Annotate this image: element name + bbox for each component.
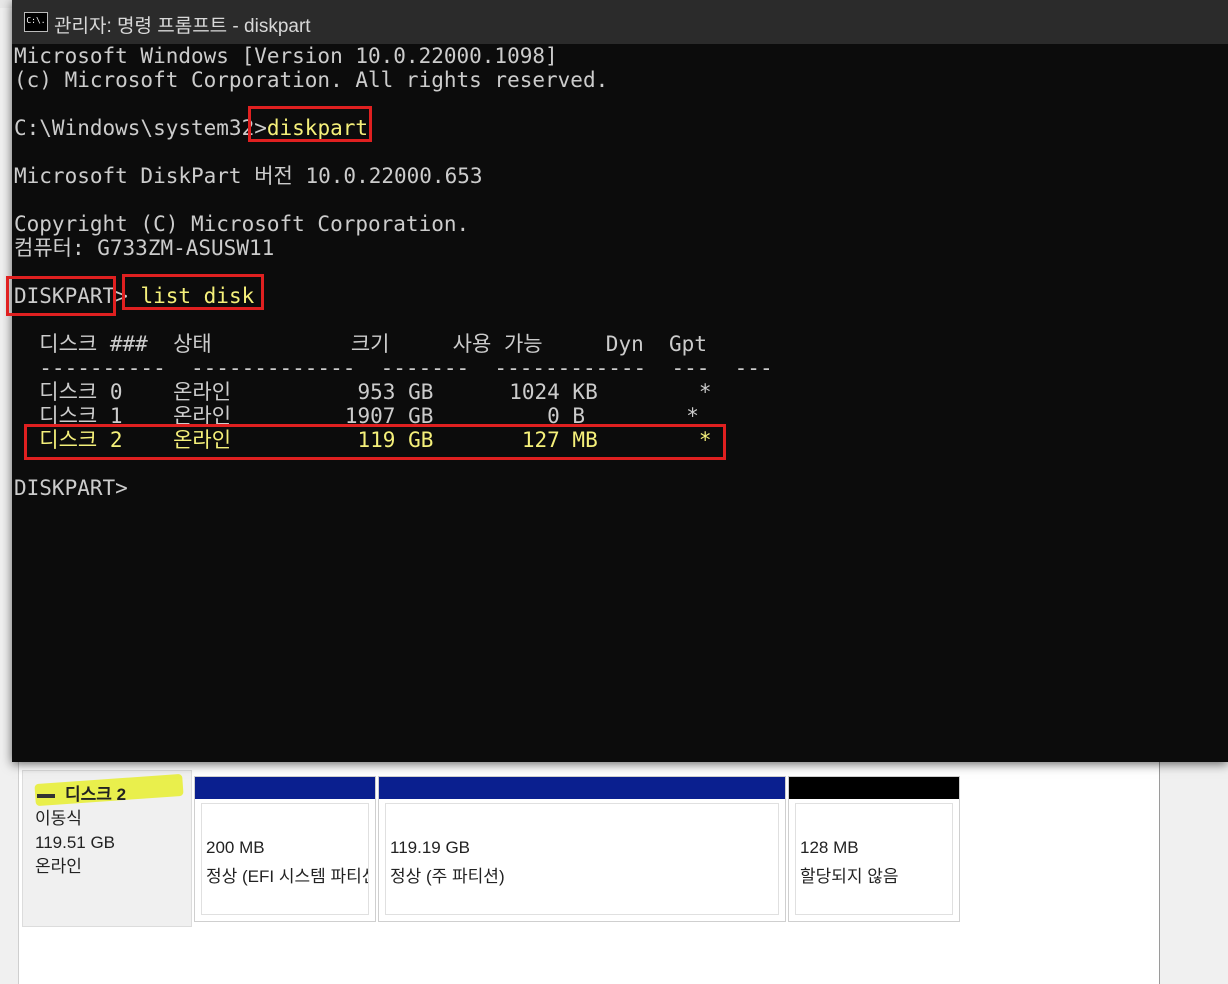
table-header: 디스크 ### 상태 크기 사용 가능 Dyn Gpt: [14, 332, 707, 356]
disk-size: 119.51 GB: [35, 833, 116, 852]
partition-desc: 정상 (주 파티션): [390, 867, 505, 886]
partition-desc: 정상 (EFI 시스템 파티션): [206, 867, 369, 886]
partition-bar: [789, 777, 959, 799]
table-row: 디스크 0 온라인 953 GB 1024 KB *: [14, 380, 712, 404]
partition-unallocated[interactable]: 128 MB 할당되지 않음: [788, 776, 960, 922]
disk-type: 이동식: [35, 809, 82, 828]
title-bar[interactable]: C:\. 관리자: 명령 프롬프트 - diskpart: [12, 0, 1228, 44]
window-title: 관리자: 명령 프롬프트 - diskpart: [54, 16, 311, 37]
console-line: 컴퓨터: G733ZM-ASUSW11: [14, 236, 275, 260]
partition-bar: [379, 777, 785, 799]
console-line: Microsoft DiskPart 버전 10.0.22000.653: [14, 164, 483, 188]
disk-name: 디스크 2: [37, 783, 126, 807]
console-line: Microsoft Windows [Version 10.0.22000.10…: [14, 44, 558, 68]
console-line: (c) Microsoft Corporation. All rights re…: [14, 68, 609, 92]
table-separator: ---------- ------------- ------- -------…: [14, 356, 773, 380]
annotation-box-prompt: [6, 276, 116, 316]
partition-size: 200 MB: [206, 838, 265, 857]
partition-primary[interactable]: 119.19 GB 정상 (주 파티션): [378, 776, 786, 922]
cmd-icon: C:\.: [24, 12, 48, 32]
console-line: Copyright (C) Microsoft Corporation.: [14, 212, 470, 236]
disk-icon: [37, 793, 55, 798]
partition-size: 128 MB: [800, 838, 859, 857]
console-output[interactable]: Microsoft Windows [Version 10.0.22000.10…: [14, 44, 773, 500]
command-prompt-window[interactable]: C:\. 관리자: 명령 프롬프트 - diskpart Microsoft W…: [6, 0, 1228, 762]
disk-status: 온라인: [35, 857, 82, 876]
partition-efi[interactable]: 200 MB 정상 (EFI 시스템 파티션): [194, 776, 376, 922]
console-prompt: DISKPART>: [14, 476, 128, 500]
partition-size: 119.19 GB: [390, 838, 471, 857]
annotation-box-list-disk: [122, 274, 264, 310]
partition-desc: 할당되지 않음: [800, 867, 899, 886]
annotation-box-diskpart: [248, 106, 372, 142]
disk-2-label[interactable]: 디스크 2 이동식 119.51 GB 온라인: [22, 770, 192, 927]
partition-bar: [195, 777, 375, 799]
annotation-box-disk2: [24, 424, 726, 460]
